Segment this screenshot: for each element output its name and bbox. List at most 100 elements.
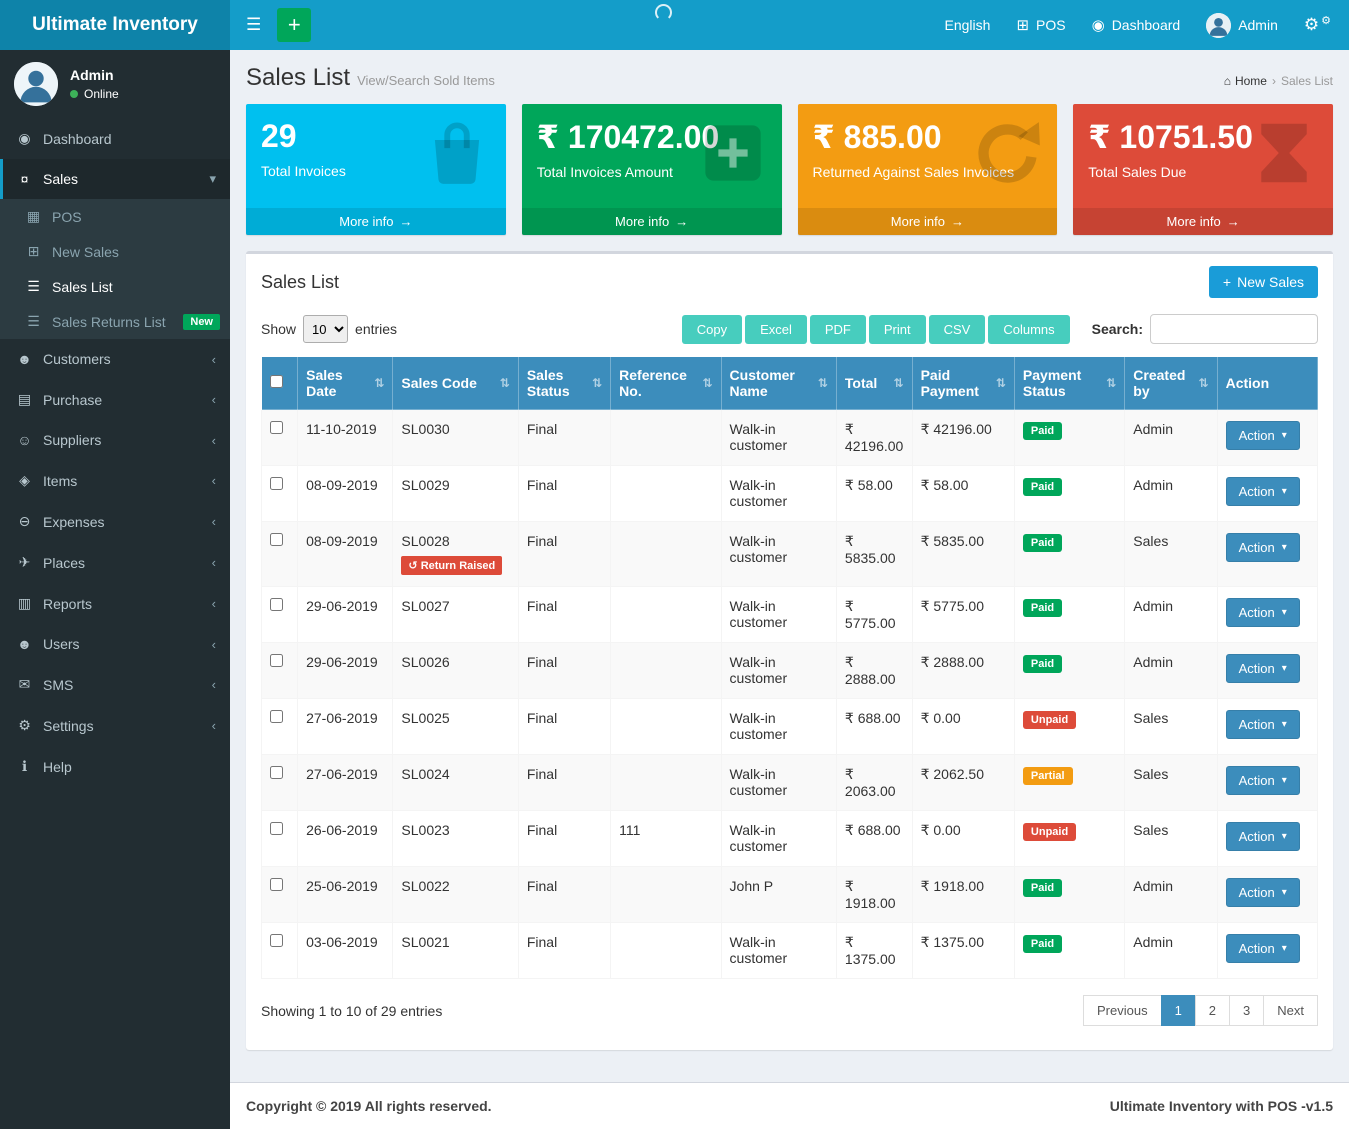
action-button[interactable]: Action▾ bbox=[1226, 421, 1300, 450]
row-checkbox[interactable] bbox=[270, 710, 283, 723]
reference-no-cell bbox=[611, 466, 721, 522]
nav-dashboard-link[interactable]: ◉ Dashboard bbox=[1092, 0, 1181, 50]
row-checkbox[interactable] bbox=[270, 598, 283, 611]
column-header-sales-date[interactable]: Sales Date⇅ bbox=[298, 357, 393, 410]
row-checkbox[interactable] bbox=[270, 766, 283, 779]
pagination-page-2[interactable]: 2 bbox=[1195, 995, 1230, 1026]
row-checkbox[interactable] bbox=[270, 934, 283, 947]
column-header-sales-status[interactable]: Sales Status⇅ bbox=[518, 357, 610, 410]
column-header-sales-code[interactable]: Sales Code⇅ bbox=[393, 357, 518, 410]
export-button-print[interactable]: Print bbox=[869, 315, 926, 344]
pagination-next[interactable]: Next bbox=[1263, 995, 1318, 1026]
sidebar-item-dashboard[interactable]: ◉Dashboard bbox=[0, 118, 230, 159]
sidebar-item-label: Sales Returns List bbox=[52, 314, 166, 330]
column-header-created-by[interactable]: Created by⇅ bbox=[1125, 357, 1217, 410]
select-all-checkbox[interactable] bbox=[270, 375, 283, 388]
breadcrumb-home-link[interactable]: ⌂ Home bbox=[1224, 74, 1267, 88]
settings-menu[interactable]: ⚙ ⚙ bbox=[1304, 0, 1331, 50]
export-button-excel[interactable]: Excel bbox=[745, 315, 807, 344]
export-button-columns[interactable]: Columns bbox=[988, 315, 1069, 344]
column-header-paid-payment[interactable]: Paid Payment⇅ bbox=[912, 357, 1014, 410]
row-checkbox[interactable] bbox=[270, 421, 283, 434]
sidebar-item-users[interactable]: ☻Users‹ bbox=[0, 624, 230, 664]
action-button[interactable]: Action▾ bbox=[1226, 533, 1300, 562]
created-by-cell: Admin bbox=[1125, 410, 1217, 466]
quick-add-button[interactable]: + bbox=[277, 8, 311, 42]
search-input[interactable] bbox=[1150, 314, 1318, 344]
more-info-link[interactable]: More info→ bbox=[522, 208, 782, 235]
sidebar-item-items[interactable]: ◈Items‹ bbox=[0, 460, 230, 501]
sales-table: Sales Date⇅Sales Code⇅Sales Status⇅Refer… bbox=[261, 356, 1318, 979]
nav-pos-link[interactable]: ⊞ POS bbox=[1016, 0, 1065, 50]
action-button[interactable]: Action▾ bbox=[1226, 477, 1300, 506]
customer-name-cell: Walk-in customer bbox=[721, 811, 836, 867]
action-button[interactable]: Action▾ bbox=[1226, 710, 1300, 739]
action-button[interactable]: Action▾ bbox=[1226, 598, 1300, 627]
sidebar-item-sales-returns-list[interactable]: ☰Sales Returns ListNew bbox=[0, 304, 230, 339]
sidebar-item-purchase[interactable]: ▤Purchase‹ bbox=[0, 379, 230, 420]
sidebar-item-label: Expenses bbox=[43, 514, 104, 530]
export-button-copy[interactable]: Copy bbox=[682, 315, 742, 344]
sidebar-menu: ◉Dashboard¤Sales▾▦POS⊞New Sales☰Sales Li… bbox=[0, 118, 230, 787]
page-title-group: Sales ListView/Search Sold Items bbox=[246, 64, 495, 92]
entries-select[interactable]: 10 bbox=[303, 315, 348, 343]
action-button[interactable]: Action▾ bbox=[1226, 934, 1300, 963]
sidebar-item-suppliers[interactable]: ☺Suppliers‹ bbox=[0, 420, 230, 460]
action-button[interactable]: Action▾ bbox=[1226, 822, 1300, 851]
payment-status-cell: Paid bbox=[1014, 410, 1124, 466]
sales-date-cell: 08-09-2019 bbox=[298, 522, 393, 587]
more-info-link[interactable]: More info→ bbox=[798, 208, 1058, 235]
row-checkbox[interactable] bbox=[270, 822, 283, 835]
user-menu[interactable]: Admin bbox=[1206, 0, 1278, 50]
sidebar-item-sms[interactable]: ✉SMS‹ bbox=[0, 664, 230, 705]
table-row: 29-06-2019SL0026FinalWalk-in customer₹ 2… bbox=[262, 643, 1318, 699]
export-button-pdf[interactable]: PDF bbox=[810, 315, 866, 344]
sidebar-item-label: New Sales bbox=[52, 244, 119, 260]
sales-list-icon: ☰ bbox=[24, 278, 43, 295]
table-footer: Showing 1 to 10 of 29 entries Previous12… bbox=[246, 979, 1333, 1044]
new-sales-button[interactable]: + New Sales bbox=[1209, 266, 1318, 298]
sidebar-item-reports[interactable]: ▥Reports‹ bbox=[0, 583, 230, 624]
export-button-csv[interactable]: CSV bbox=[929, 315, 986, 344]
row-checkbox[interactable] bbox=[270, 654, 283, 667]
action-cell: Action▾ bbox=[1217, 466, 1317, 522]
action-button[interactable]: Action▾ bbox=[1226, 766, 1300, 795]
sidebar-item-places[interactable]: ✈Places‹ bbox=[0, 542, 230, 583]
payment-status-cell: Paid bbox=[1014, 867, 1124, 923]
row-checkbox[interactable] bbox=[270, 533, 283, 546]
sidebar-item-help[interactable]: ℹHelp bbox=[0, 746, 230, 787]
column-header-action[interactable]: Action bbox=[1217, 357, 1317, 410]
action-button[interactable]: Action▾ bbox=[1226, 654, 1300, 683]
pagination-previous[interactable]: Previous bbox=[1083, 995, 1162, 1026]
sidebar-item-new-sales[interactable]: ⊞New Sales bbox=[0, 234, 230, 269]
pagination-page-1[interactable]: 1 bbox=[1161, 995, 1196, 1026]
more-info-link[interactable]: More info→ bbox=[246, 208, 506, 235]
sidebar-item-sales[interactable]: ¤Sales▾ bbox=[0, 159, 230, 199]
payment-status-badge: Unpaid bbox=[1023, 823, 1076, 841]
sidebar-item-sales-list[interactable]: ☰Sales List bbox=[0, 269, 230, 304]
total-cell: ₹ 5775.00 bbox=[836, 587, 912, 643]
column-header-customer-name[interactable]: Customer Name⇅ bbox=[721, 357, 836, 410]
column-header-reference-no[interactable]: Reference No.⇅ bbox=[611, 357, 721, 410]
navbar-right: English ⊞ POS ◉ Dashboard Admin ⚙ ⚙ bbox=[945, 0, 1349, 50]
sidebar-toggle-button[interactable]: ☰ bbox=[230, 0, 277, 50]
sidebar-item-settings[interactable]: ⚙Settings‹ bbox=[0, 705, 230, 746]
sidebar-item-expenses[interactable]: ⊖Expenses‹ bbox=[0, 501, 230, 542]
content-header: Sales ListView/Search Sold Items ⌂ Home … bbox=[230, 50, 1349, 104]
sidebar-item-pos[interactable]: ▦POS bbox=[0, 199, 230, 234]
more-info-link[interactable]: More info→ bbox=[1073, 208, 1333, 235]
sidebar-item-customers[interactable]: ☻Customers‹ bbox=[0, 339, 230, 379]
column-header-payment-status[interactable]: Payment Status⇅ bbox=[1014, 357, 1124, 410]
row-checkbox[interactable] bbox=[270, 878, 283, 891]
language-menu[interactable]: English bbox=[945, 0, 991, 50]
row-checkbox[interactable] bbox=[270, 477, 283, 490]
action-button[interactable]: Action▾ bbox=[1226, 878, 1300, 907]
column-header-total[interactable]: Total⇅ bbox=[836, 357, 912, 410]
user-status[interactable]: Online bbox=[70, 87, 119, 101]
brand-logo[interactable]: Ultimate Inventory bbox=[0, 0, 230, 50]
more-info-label: More info bbox=[891, 214, 945, 229]
table-header-row: Sales Date⇅Sales Code⇅Sales Status⇅Refer… bbox=[262, 357, 1318, 410]
entries-control: Show 10 entries bbox=[261, 315, 397, 343]
pagination-page-3[interactable]: 3 bbox=[1229, 995, 1264, 1026]
sidebar-item-label: Dashboard bbox=[43, 131, 112, 147]
